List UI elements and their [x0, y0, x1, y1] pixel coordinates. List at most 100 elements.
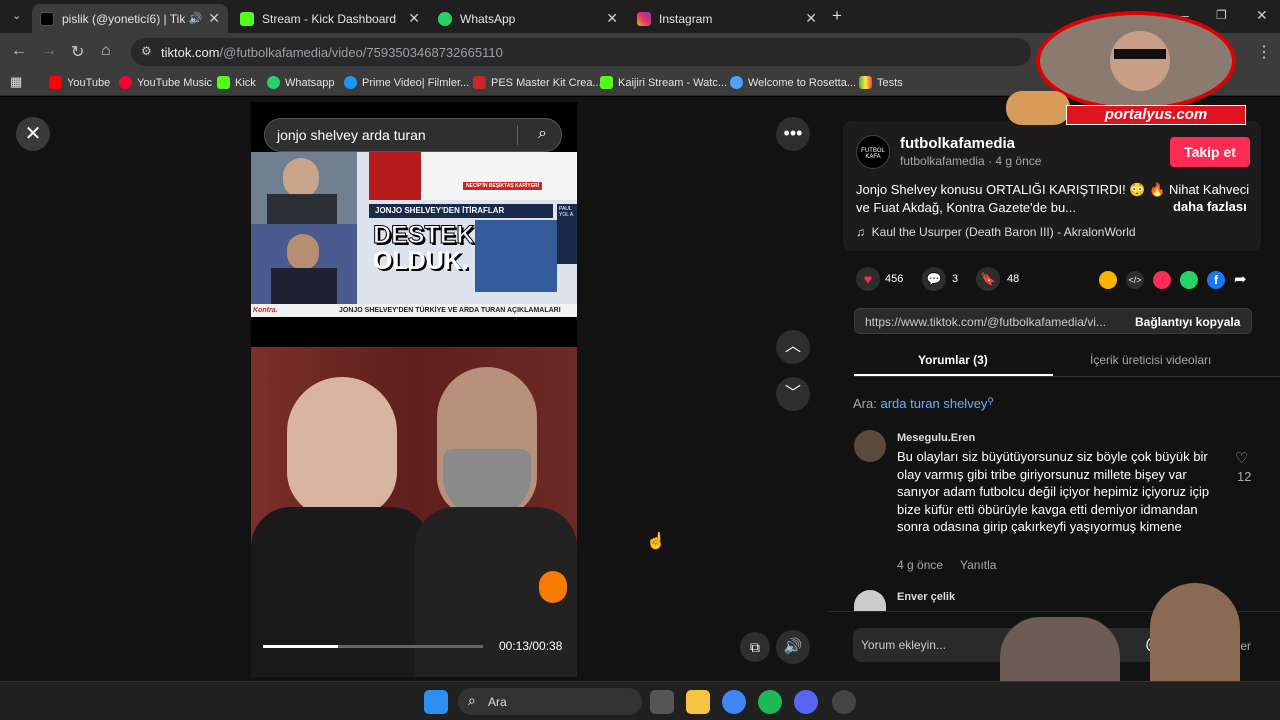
site-info-icon[interactable]: ⚙: [141, 44, 152, 58]
address-bar[interactable]: ⚙ tiktok.com/@futbolkafamedia/video/7593…: [131, 38, 1031, 66]
send-to-friend-icon[interactable]: [1153, 271, 1171, 289]
comment-placeholder: Yorum ekleyin...: [861, 638, 946, 652]
tests-icon: [859, 76, 872, 89]
video-link: https://www.tiktok.com/@futbolkafamedia/…: [865, 315, 1106, 329]
like-icon[interactable]: ♥: [856, 267, 880, 291]
file-explorer-icon[interactable]: [686, 690, 710, 714]
avatar[interactable]: [854, 430, 886, 462]
music-row[interactable]: ♫ Kaul the Usurper (Death Baron III) - A…: [856, 225, 1136, 239]
rosetta-icon: [730, 76, 743, 89]
tab-title: Instagram: [659, 11, 713, 26]
whatsapp-share-icon[interactable]: [1180, 271, 1198, 289]
bookmark-pes-master[interactable]: PES Master Kit Crea...: [473, 76, 602, 89]
see-more-link[interactable]: daha fazlası: [1169, 199, 1247, 214]
embed-icon[interactable]: </>: [1126, 271, 1144, 289]
back-icon[interactable]: ←: [11, 42, 27, 60]
bookmark-youtube-music[interactable]: YouTube Music: [119, 76, 212, 89]
windows-start-icon[interactable]: [424, 690, 448, 714]
taskbar-search-text: Ara: [488, 695, 507, 709]
bookmark-kaijiri[interactable]: Kaijiri Stream - Watc...: [600, 76, 727, 89]
search-icon[interactable]: ⌕: [538, 125, 547, 143]
bookmark-rosetta[interactable]: Welcome to Rosetta...: [730, 76, 856, 89]
progress-track[interactable]: [263, 645, 483, 648]
taskbar-search[interactable]: ⌕ Ara: [458, 688, 642, 715]
discord-icon[interactable]: [794, 690, 818, 714]
author-name[interactable]: futbolkafamedia: [900, 135, 1015, 152]
tab-creator-videos[interactable]: İçerik üreticisi videoları: [1090, 353, 1211, 367]
search-icon: ⌕: [468, 692, 476, 708]
comment-age: 4 g önce: [897, 558, 944, 572]
maximize-icon[interactable]: ❐: [1216, 8, 1227, 22]
address-host: tiktok.com: [161, 44, 220, 60]
bookmark-youtube[interactable]: YouTube: [49, 76, 110, 89]
tab-search-chevron-icon[interactable]: ⌄: [12, 9, 21, 22]
apps-icon[interactable]: ▦: [10, 74, 22, 90]
menu-icon[interactable]: ⋮: [1256, 42, 1272, 62]
task-view-icon[interactable]: [650, 690, 674, 714]
close-tab-icon[interactable]: ✕: [606, 10, 618, 27]
related-search[interactable]: Ara: arda turan shelvey⚲: [853, 396, 994, 411]
close-window-icon[interactable]: ✕: [1256, 7, 1268, 24]
mouse-cursor-icon: ☝: [646, 533, 666, 550]
close-tab-icon[interactable]: ✕: [208, 10, 220, 27]
career-label: NECİP'İN BEŞİKTAŞ KARİYERİ: [463, 182, 543, 190]
tab-tiktok[interactable]: pislik (@yoneticí6) | TikTok 🔊 ✕: [32, 4, 228, 33]
tab-instagram[interactable]: Instagram ✕: [629, 4, 825, 33]
facebook-share-icon[interactable]: f: [1207, 271, 1225, 289]
tiktok-page: ✕ NECİP'İN BEŞİKTAŞ KARİYERİ JONJO SHELV…: [0, 11, 1280, 681]
comment-username[interactable]: Enver çelik: [897, 591, 955, 603]
whatsapp-icon: [267, 76, 280, 89]
more-options-button[interactable]: •••: [776, 117, 810, 151]
big-quote: DESTEK OLDUK.: [373, 221, 475, 275]
chrome-icon[interactable]: [722, 690, 746, 714]
new-tab-icon[interactable]: +: [832, 6, 842, 26]
speaker-icon[interactable]: 🔊: [189, 12, 203, 25]
news-side-text: PAUL YOL A: [557, 204, 577, 264]
reload-icon[interactable]: ↻: [71, 42, 84, 62]
next-video-button[interactable]: ﹀: [776, 377, 810, 411]
repost-icon[interactable]: [1099, 271, 1117, 289]
tab-title: Stream - Kick Dashboard: [262, 11, 397, 26]
bookmark-icon[interactable]: 🔖: [976, 267, 1000, 291]
bookmark-tests[interactable]: Tests: [859, 76, 903, 89]
video-search-text: jonjo shelvey arda turan: [277, 127, 426, 143]
home-icon[interactable]: ⌂: [101, 42, 111, 60]
floating-player-button[interactable]: ⧉: [740, 632, 770, 662]
kick-icon: [240, 11, 254, 26]
bookmark-kick[interactable]: Kick: [217, 76, 256, 89]
comment-icon[interactable]: 💬: [922, 267, 946, 291]
spotify-icon[interactable]: [758, 690, 782, 714]
share-icon[interactable]: ➦: [1234, 270, 1247, 288]
forward-icon[interactable]: →: [41, 42, 57, 60]
tab-whatsapp[interactable]: WhatsApp ✕: [430, 4, 626, 33]
comment-username[interactable]: Mesegulu.Eren: [897, 432, 975, 444]
volume-button[interactable]: 🔊: [776, 630, 810, 664]
news-strip: Kontra. JONJO SHELVEY'DEN TÜRKİYE VE ARD…: [251, 304, 577, 317]
tab-comments[interactable]: Yorumlar (3): [918, 353, 988, 367]
person-2: [437, 367, 537, 517]
like-count: 456: [885, 273, 904, 285]
close-video-button[interactable]: ✕: [16, 117, 50, 151]
copy-link-button[interactable]: Bağlantıyı kopyala: [1135, 315, 1240, 329]
kick-icon: [217, 76, 230, 89]
video-player[interactable]: NECİP'İN BEŞİKTAŞ KARİYERİ JONJO SHELVEY…: [251, 102, 577, 677]
tab-divider: [854, 376, 1280, 377]
steam-icon[interactable]: [832, 690, 856, 714]
previous-video-button[interactable]: ︿: [776, 330, 810, 364]
video-search-box[interactable]: jonjo shelvey arda turan ⌕: [264, 118, 562, 152]
comment-like-icon[interactable]: ♡: [1235, 449, 1248, 467]
comment-count: 3: [952, 273, 959, 285]
tab-kick[interactable]: Stream - Kick Dashboard ✕: [232, 4, 428, 33]
bookmark-prime-video[interactable]: Prime Video| Filmler...: [344, 76, 469, 89]
close-tab-icon[interactable]: ✕: [805, 10, 817, 27]
prime-video-icon: [344, 76, 357, 89]
avatar[interactable]: [854, 590, 886, 612]
follow-button[interactable]: Takip et: [1170, 137, 1250, 167]
streamer-cam: [1000, 617, 1120, 681]
close-tab-icon[interactable]: ✕: [408, 10, 420, 27]
author-avatar[interactable]: FUTBOL KAFA: [856, 135, 890, 169]
progress-fill: [263, 645, 338, 648]
reply-button[interactable]: Yanıtla: [960, 558, 996, 572]
character-cam: [1150, 583, 1240, 681]
bookmark-whatsapp[interactable]: Whatsapp: [267, 76, 335, 89]
